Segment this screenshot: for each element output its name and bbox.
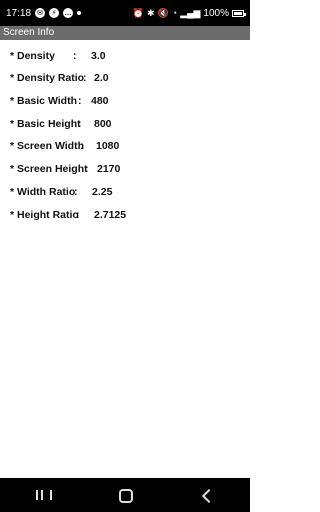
metrics-list: * Density : 3.0 * Density Ratio : 2.0 * …: [0, 40, 250, 478]
metric-separator: :: [76, 209, 80, 221]
metric-separator: :: [74, 186, 78, 198]
status-bar: 17:18 ✉ ⚡ … ⏰ ✱ 🔇 ◔ ▂▄▆ 100%: [0, 0, 250, 26]
navigation-bar: [0, 478, 250, 512]
metric-value: 800: [94, 118, 112, 130]
metric-value: 3.0: [91, 50, 106, 62]
messenger-icon: ⚡: [49, 8, 60, 18]
metric-label: * Width Ratio: [10, 186, 76, 198]
home-icon[interactable]: [105, 478, 145, 512]
alarm-icon: ⏰: [132, 7, 144, 18]
metric-separator: :: [73, 50, 77, 62]
status-right: ⏰ ✱ 🔇 ◔ ▂▄▆ 100%: [132, 7, 246, 19]
metric-label: * Density Ratio: [10, 72, 85, 84]
notification-dot-icon: [77, 11, 82, 15]
app-title: Screen Info: [3, 27, 55, 38]
metric-value: 2.0: [94, 72, 109, 84]
metric-separator: :: [78, 95, 82, 107]
metric-separator: :: [85, 163, 89, 175]
clock: 17:18: [6, 7, 32, 19]
metric-value: 1080: [96, 140, 120, 152]
recents-icon[interactable]: [22, 478, 62, 512]
bluetooth-icon: ✱: [146, 7, 155, 18]
app-title-bar: Screen Info: [0, 26, 250, 40]
battery-percent: 100%: [203, 7, 229, 19]
metric-label: * Height Ratio: [10, 209, 79, 221]
metric-label: * Screen Width: [10, 140, 85, 152]
metric-label: * Screen Height: [10, 163, 88, 175]
metric-label: * Density: [10, 50, 55, 62]
metric-separator: :: [80, 140, 84, 152]
metric-value: 480: [91, 95, 109, 107]
mute-icon: 🔇: [157, 7, 169, 18]
metric-separator: :: [78, 118, 82, 130]
signal-icon: ▂▄▆: [180, 7, 201, 18]
message-icon: ✉: [35, 8, 46, 18]
metric-value: 2.7125: [94, 209, 127, 221]
metric-label: * Basic Width: [10, 95, 77, 107]
chat-icon: …: [63, 8, 74, 18]
metric-value: 2.25: [92, 186, 113, 198]
status-left: 17:18 ✉ ⚡ …: [6, 7, 82, 19]
metric-value: 2170: [97, 163, 121, 175]
wifi-icon: ◔: [171, 7, 178, 18]
back-icon[interactable]: [188, 478, 228, 512]
metric-separator: :: [83, 72, 87, 84]
battery-icon: [232, 9, 246, 17]
metric-label: * Basic Height: [10, 118, 81, 130]
